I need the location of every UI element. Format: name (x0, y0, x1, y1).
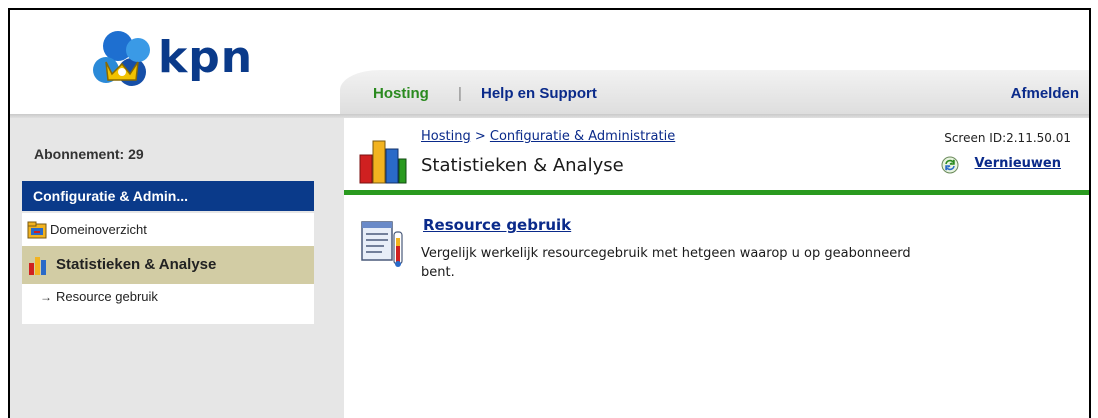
page-title: Statistieken & Analyse (421, 155, 624, 176)
sidebar-item-label: Statistieken & Analyse (56, 256, 217, 273)
bar-chart-icon (29, 257, 46, 275)
refresh-icon[interactable] (941, 156, 959, 174)
breadcrumb: Hosting > Configuratie & Administratie (421, 129, 675, 144)
sidebar-item-domeinoverzicht[interactable]: Domeinoverzicht (22, 213, 314, 246)
nav-separator: | (458, 85, 462, 102)
sidebar-section-header[interactable]: Configuratie & Admin... (22, 181, 314, 211)
breadcrumb-separator: > (474, 129, 486, 144)
nav-help-link[interactable]: Help en Support (481, 85, 597, 102)
header: kpn Hosting | Help en Support Afmelden (10, 10, 1089, 118)
breadcrumb-hosting-link[interactable]: Hosting (421, 129, 471, 144)
resource-usage-icon (361, 221, 403, 267)
logout-link[interactable]: Afmelden (1011, 85, 1079, 102)
sidebar-item-label: Domeinoverzicht (50, 222, 147, 237)
subscription-label: Abonnement: 29 (34, 146, 144, 162)
arrow-right-icon: → (40, 290, 52, 304)
logo-wordmark: kpn (158, 32, 254, 83)
resource-usage-link[interactable]: Resource gebruik (423, 216, 571, 234)
crown-logo-icon (93, 31, 150, 86)
section-divider (344, 190, 1089, 195)
nav-hosting-link[interactable]: Hosting (373, 85, 429, 102)
kpn-logo[interactable]: kpn (92, 28, 282, 98)
screen-id-label: Screen ID:2.11.50.01 (944, 131, 1071, 145)
sidebar-item-label: Resource gebruik (56, 289, 158, 304)
statistics-chart-icon (359, 140, 407, 184)
sidebar: Abonnement: 29 Configuratie & Admin... D… (10, 118, 344, 418)
resource-usage-description: Vergelijk werkelijk resourcegebruik met … (421, 246, 911, 280)
nav-bar (340, 70, 1089, 118)
sidebar-item-resource-gebruik[interactable]: → Resource gebruik (22, 284, 314, 324)
sidebar-item-statistieken[interactable]: Statistieken & Analyse (22, 246, 314, 284)
refresh-link[interactable]: Vernieuwen (975, 156, 1061, 171)
breadcrumb-config-link[interactable]: Configuratie & Administratie (490, 129, 675, 144)
domain-folder-icon (27, 221, 47, 239)
page-frame: kpn Hosting | Help en Support Afmelden A… (8, 8, 1091, 418)
